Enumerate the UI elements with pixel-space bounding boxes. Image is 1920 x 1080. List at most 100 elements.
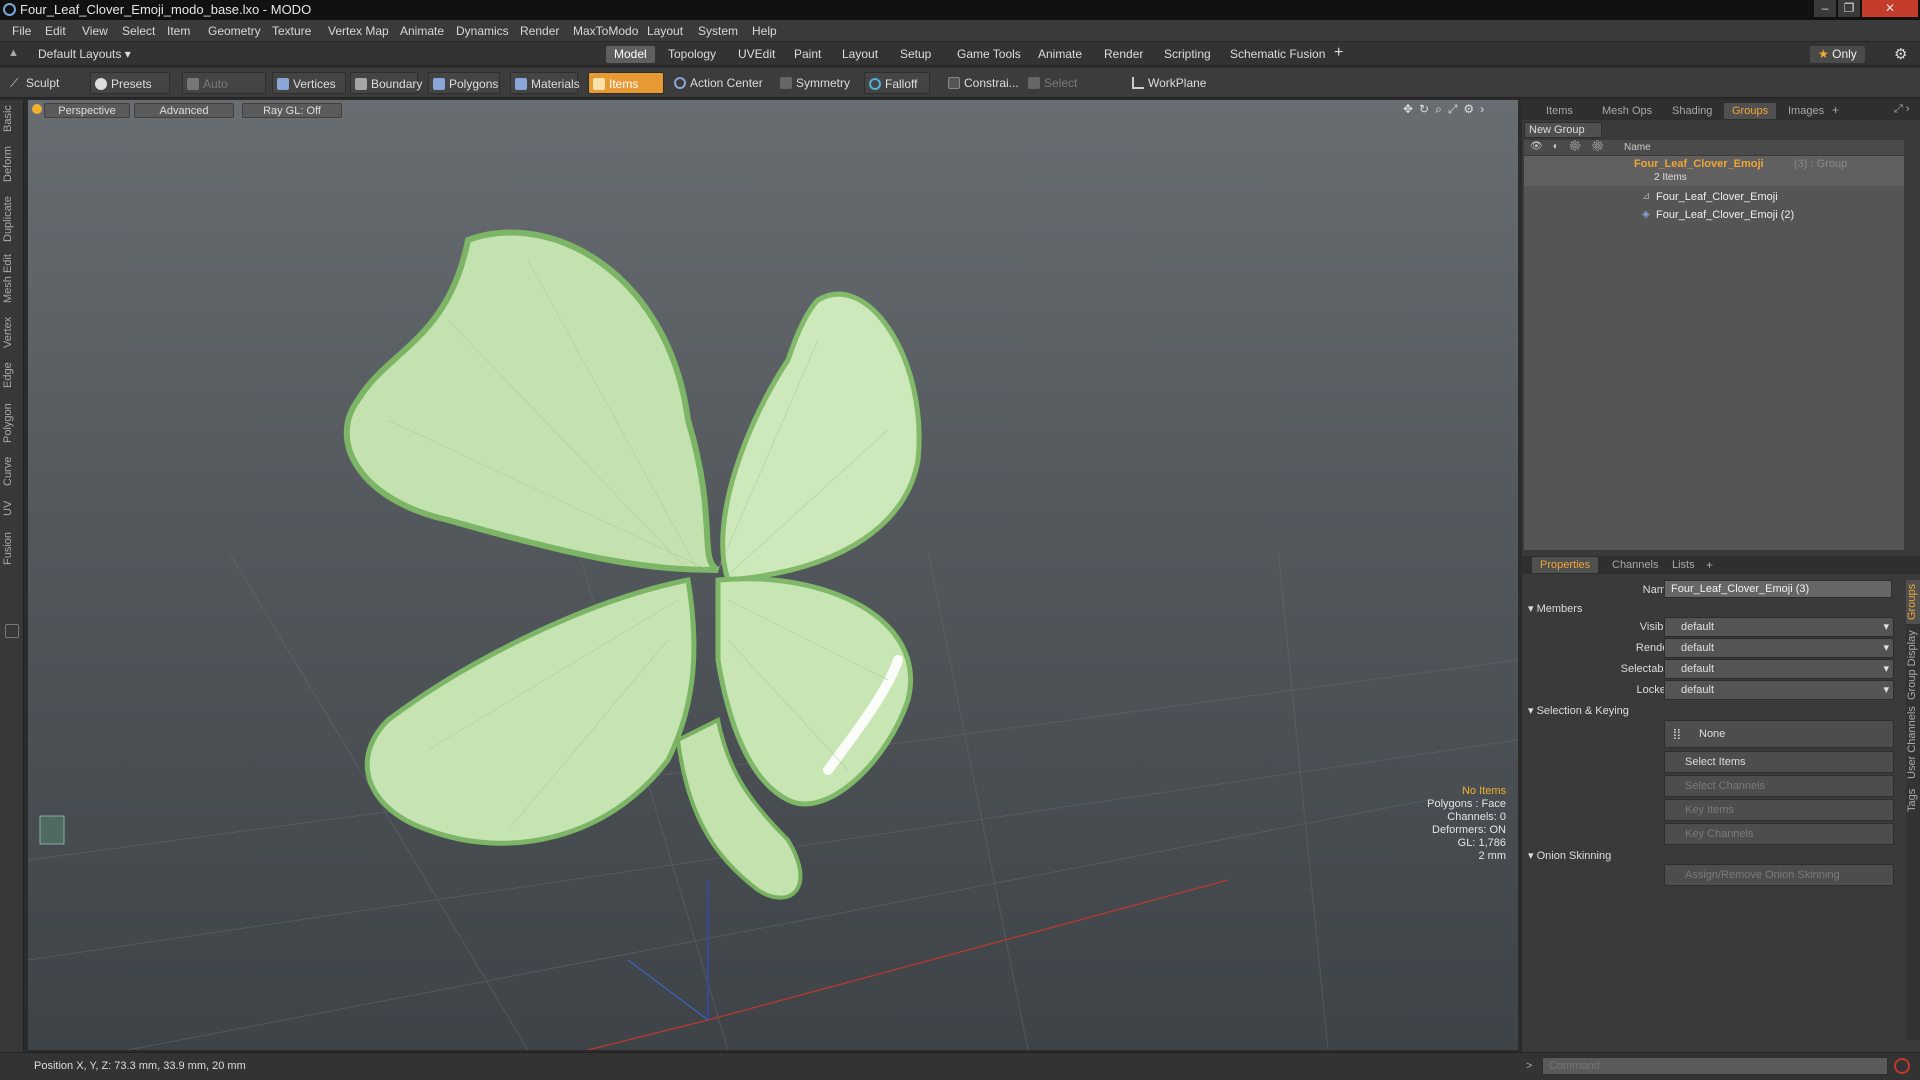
vtab-mesh-edit[interactable]: Mesh Edit bbox=[2, 254, 22, 304]
tree-item[interactable]: ⊿ Four_Leaf_Clover_Emoji bbox=[1524, 188, 1904, 206]
tab-uvedit[interactable]: UVEdit bbox=[730, 46, 783, 63]
onion-skinning-button[interactable]: Assign/Remove Onion Skinning bbox=[1664, 864, 1894, 886]
layout-preset-dropdown[interactable]: Default Layouts ▾ bbox=[38, 47, 131, 61]
select-items-button[interactable]: Select Items bbox=[1664, 751, 1894, 773]
vtab-polygon[interactable]: Polygon bbox=[2, 400, 22, 446]
boundary-button[interactable]: Boundary bbox=[350, 72, 422, 94]
selection-keying-header[interactable]: ▾ Selection & Keying bbox=[1528, 704, 1629, 717]
vtab-curve[interactable]: Curve bbox=[2, 454, 22, 488]
tab-groups[interactable]: Groups bbox=[1724, 103, 1777, 119]
minimize-button[interactable]: – bbox=[1814, 0, 1836, 17]
layout-arrow-icon[interactable]: ▲ bbox=[8, 47, 19, 59]
tab-images[interactable]: Images bbox=[1780, 103, 1832, 119]
menu-edit[interactable]: Edit bbox=[45, 24, 66, 38]
none-selector[interactable]: ⁞⁞ None bbox=[1664, 720, 1894, 748]
menu-dynamics[interactable]: Dynamics bbox=[456, 24, 509, 38]
tab-animate[interactable]: Animate bbox=[1030, 46, 1090, 63]
view-perspective-button[interactable]: Perspective bbox=[44, 103, 130, 118]
side-tab-user-channels[interactable]: User Channels bbox=[1906, 706, 1920, 780]
select-through-button[interactable]: Select Through bbox=[1024, 72, 1124, 112]
tab-schematic-fusion[interactable]: Schematic Fusion bbox=[1222, 46, 1333, 63]
vtab-fusion[interactable]: Fusion bbox=[2, 528, 22, 568]
tab-paint[interactable]: Paint bbox=[786, 46, 829, 63]
raygl-button[interactable]: Ray GL: Off bbox=[242, 103, 342, 118]
menu-select[interactable]: Select bbox=[122, 24, 155, 38]
vertices-button[interactable]: Vertices 1 bbox=[272, 72, 346, 113]
vtab-vertex[interactable]: Vertex bbox=[2, 314, 22, 350]
menu-animate[interactable]: Animate bbox=[400, 24, 444, 38]
only-toggle[interactable]: ★ Only bbox=[1810, 46, 1865, 63]
tab-lists[interactable]: Lists bbox=[1664, 557, 1703, 573]
gear-icon[interactable]: ⚙ bbox=[1894, 45, 1907, 63]
tab-scripting[interactable]: Scripting bbox=[1156, 46, 1219, 63]
command-input[interactable] bbox=[1542, 1057, 1888, 1075]
selectable-dropdown[interactable]: default ▾ bbox=[1664, 659, 1894, 679]
falloff-button[interactable]: Falloff bbox=[864, 72, 930, 94]
tab-shading[interactable]: Shading bbox=[1664, 103, 1720, 119]
add-tab-button[interactable]: + bbox=[1334, 44, 1343, 62]
materials-button[interactable]: Materials bbox=[510, 72, 580, 94]
items-button[interactable]: Items bbox=[588, 72, 664, 94]
vtab-basic[interactable]: Basic bbox=[2, 104, 22, 134]
menu-file[interactable]: File bbox=[12, 24, 31, 38]
tab-model[interactable]: Model bbox=[606, 46, 655, 63]
select-channels-button[interactable]: Select Channels bbox=[1664, 775, 1894, 797]
key-channels-button[interactable]: Key Channels bbox=[1664, 823, 1894, 845]
vtab-edge[interactable]: Edge bbox=[2, 360, 22, 390]
tab-items[interactable]: Items bbox=[1538, 103, 1581, 119]
strip-toggle-icon[interactable] bbox=[5, 624, 19, 638]
new-group-button[interactable]: New Group bbox=[1524, 122, 1602, 138]
vtab-duplicate[interactable]: Duplicate bbox=[2, 194, 22, 244]
workplane-button[interactable]: WorkPlane bbox=[1128, 72, 1208, 94]
visible-dropdown[interactable]: default ▾ bbox=[1664, 617, 1894, 637]
tab-render[interactable]: Render bbox=[1096, 46, 1151, 63]
menu-view[interactable]: View bbox=[82, 24, 108, 38]
add-panel-tab-icon[interactable]: + bbox=[1832, 103, 1839, 117]
tab-mesh-ops[interactable]: Mesh Ops bbox=[1594, 103, 1660, 119]
close-button[interactable]: ✕ bbox=[1862, 0, 1918, 17]
side-tab-tags[interactable]: Tags bbox=[1906, 786, 1920, 814]
menu-item[interactable]: Item bbox=[167, 24, 190, 38]
menu-vertex-map[interactable]: Vertex Map bbox=[328, 24, 389, 38]
menu-geometry[interactable]: Geometry bbox=[208, 24, 261, 38]
presets-button[interactable]: Presets bbox=[90, 72, 170, 94]
onion-skinning-header[interactable]: ▾ Onion Skinning bbox=[1528, 849, 1611, 862]
expand-icon[interactable]: ⤢ › bbox=[1894, 103, 1910, 116]
group-row[interactable]: Four_Leaf_Clover_Emoji (3) : Group 2 Ite… bbox=[1524, 156, 1904, 186]
symmetry-button[interactable]: Symmetry bbox=[776, 72, 852, 94]
maximize-button[interactable]: ❐ bbox=[1838, 0, 1860, 17]
vtab-deform[interactable]: Deform bbox=[2, 144, 22, 184]
menu-texture[interactable]: Texture bbox=[272, 24, 311, 38]
sculpt-button[interactable]: ⟋ Sculpt bbox=[6, 72, 90, 94]
menu-maxtomodo[interactable]: MaxToModo bbox=[573, 24, 638, 38]
record-icon[interactable] bbox=[1894, 1058, 1910, 1074]
menu-help[interactable]: Help bbox=[752, 24, 777, 38]
tab-layout[interactable]: Layout bbox=[834, 46, 886, 63]
side-tab-groups[interactable]: Groups bbox=[1906, 580, 1920, 624]
selectable-label: Selectable bbox=[1620, 663, 1672, 675]
polygons-button[interactable]: Polygons bbox=[428, 72, 500, 94]
3d-viewport[interactable]: No Items Polygons : Face Channels: 0 Def… bbox=[28, 100, 1518, 1050]
render-dropdown[interactable]: default ▾ bbox=[1664, 638, 1894, 658]
menu-layout[interactable]: Layout bbox=[647, 24, 683, 38]
tab-channels[interactable]: Channels bbox=[1604, 557, 1666, 573]
tab-properties[interactable]: Properties bbox=[1532, 557, 1599, 573]
tab-game-tools[interactable]: Game Tools bbox=[949, 46, 1029, 63]
auto-select-button[interactable]: Auto Select bbox=[182, 72, 266, 113]
vtab-uv[interactable]: UV bbox=[2, 498, 22, 518]
tab-setup[interactable]: Setup bbox=[892, 46, 939, 63]
side-tab-group-display[interactable]: Group Display bbox=[1906, 630, 1920, 700]
viewport-nav-icons[interactable]: ✥↻⌕⤢⚙› bbox=[1403, 102, 1490, 117]
tree-item[interactable]: ◈ Four_Leaf_Clover_Emoji (2) bbox=[1524, 206, 1904, 224]
key-items-button[interactable]: Key Items bbox=[1664, 799, 1894, 821]
add-bottom-tab-icon[interactable]: + bbox=[1706, 558, 1713, 572]
menu-system[interactable]: System bbox=[698, 24, 738, 38]
view-mode-button[interactable]: Advanced bbox=[134, 103, 234, 118]
group-name-field[interactable]: Four_Leaf_Clover_Emoji (3) bbox=[1664, 580, 1892, 598]
locked-dropdown[interactable]: default ▾ bbox=[1664, 680, 1894, 700]
tab-topology[interactable]: Topology bbox=[660, 46, 724, 63]
members-header[interactable]: ▾ Members bbox=[1528, 602, 1582, 615]
menu-render[interactable]: Render bbox=[520, 24, 559, 38]
action-center-button[interactable]: Action Center bbox=[670, 72, 772, 94]
constraints-button[interactable]: Constrai... bbox=[944, 72, 1019, 94]
